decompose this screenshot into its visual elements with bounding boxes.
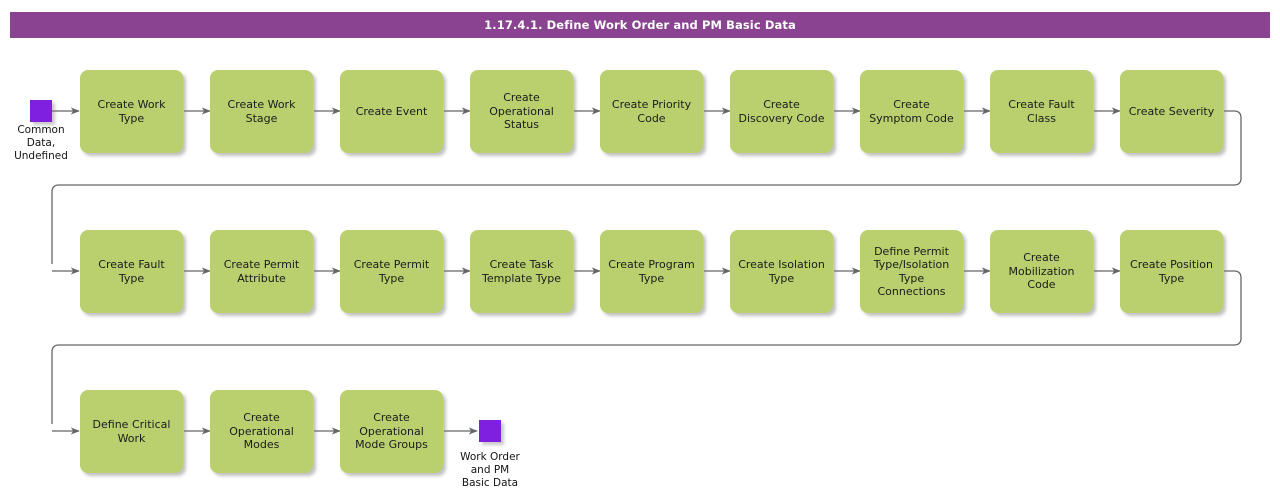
process-node-create-permit-type[interactable]: Create Permit Type bbox=[340, 230, 443, 313]
end-terminator-node[interactable] bbox=[479, 420, 501, 442]
process-node-create-work-type[interactable]: Create Work Type bbox=[80, 70, 183, 153]
start-terminator-node[interactable] bbox=[30, 100, 52, 122]
process-node-create-operational-mode-groups[interactable]: Create Operational Mode Groups bbox=[340, 390, 443, 473]
process-node-create-mobilization-code[interactable]: Create Mobilization Code bbox=[990, 230, 1093, 313]
process-node-create-program-type[interactable]: Create Program Type bbox=[600, 230, 703, 313]
diagram-title-bar: 1.17.4.1. Define Work Order and PM Basic… bbox=[10, 12, 1270, 38]
process-node-create-work-stage[interactable]: Create Work Stage bbox=[210, 70, 313, 153]
process-node-create-operational-modes[interactable]: Create Operational Modes bbox=[210, 390, 313, 473]
end-terminator-label: Work Order and PM Basic Data bbox=[460, 451, 520, 489]
process-node-create-task-template-type[interactable]: Create Task Template Type bbox=[470, 230, 573, 313]
process-node-define-critical-work[interactable]: Define Critical Work bbox=[80, 390, 183, 473]
process-node-create-fault-type[interactable]: Create Fault Type bbox=[80, 230, 183, 313]
process-node-create-isolation-type[interactable]: Create Isolation Type bbox=[730, 230, 833, 313]
process-node-create-position-type[interactable]: Create Position Type bbox=[1120, 230, 1223, 313]
process-node-create-symptom-code[interactable]: Create Symptom Code bbox=[860, 70, 963, 153]
process-node-create-event[interactable]: Create Event bbox=[340, 70, 443, 153]
page-title: 1.17.4.1. Define Work Order and PM Basic… bbox=[484, 18, 796, 32]
process-node-create-permit-attribute[interactable]: Create Permit Attribute bbox=[210, 230, 313, 313]
diagram-canvas: 1.17.4.1. Define Work Order and PM Basic… bbox=[0, 0, 1280, 503]
start-terminator-label: Common Data, Undefined bbox=[14, 124, 68, 162]
process-node-create-operational-status[interactable]: Create Operational Status bbox=[470, 70, 573, 153]
process-node-create-fault-class[interactable]: Create Fault Class bbox=[990, 70, 1093, 153]
process-node-define-permit-type-isolation-type-connections[interactable]: Define Permit Type/Isolation Type Connec… bbox=[860, 230, 963, 313]
process-node-create-severity[interactable]: Create Severity bbox=[1120, 70, 1223, 153]
process-node-create-priority-code[interactable]: Create Priority Code bbox=[600, 70, 703, 153]
process-node-create-discovery-code[interactable]: Create Discovery Code bbox=[730, 70, 833, 153]
